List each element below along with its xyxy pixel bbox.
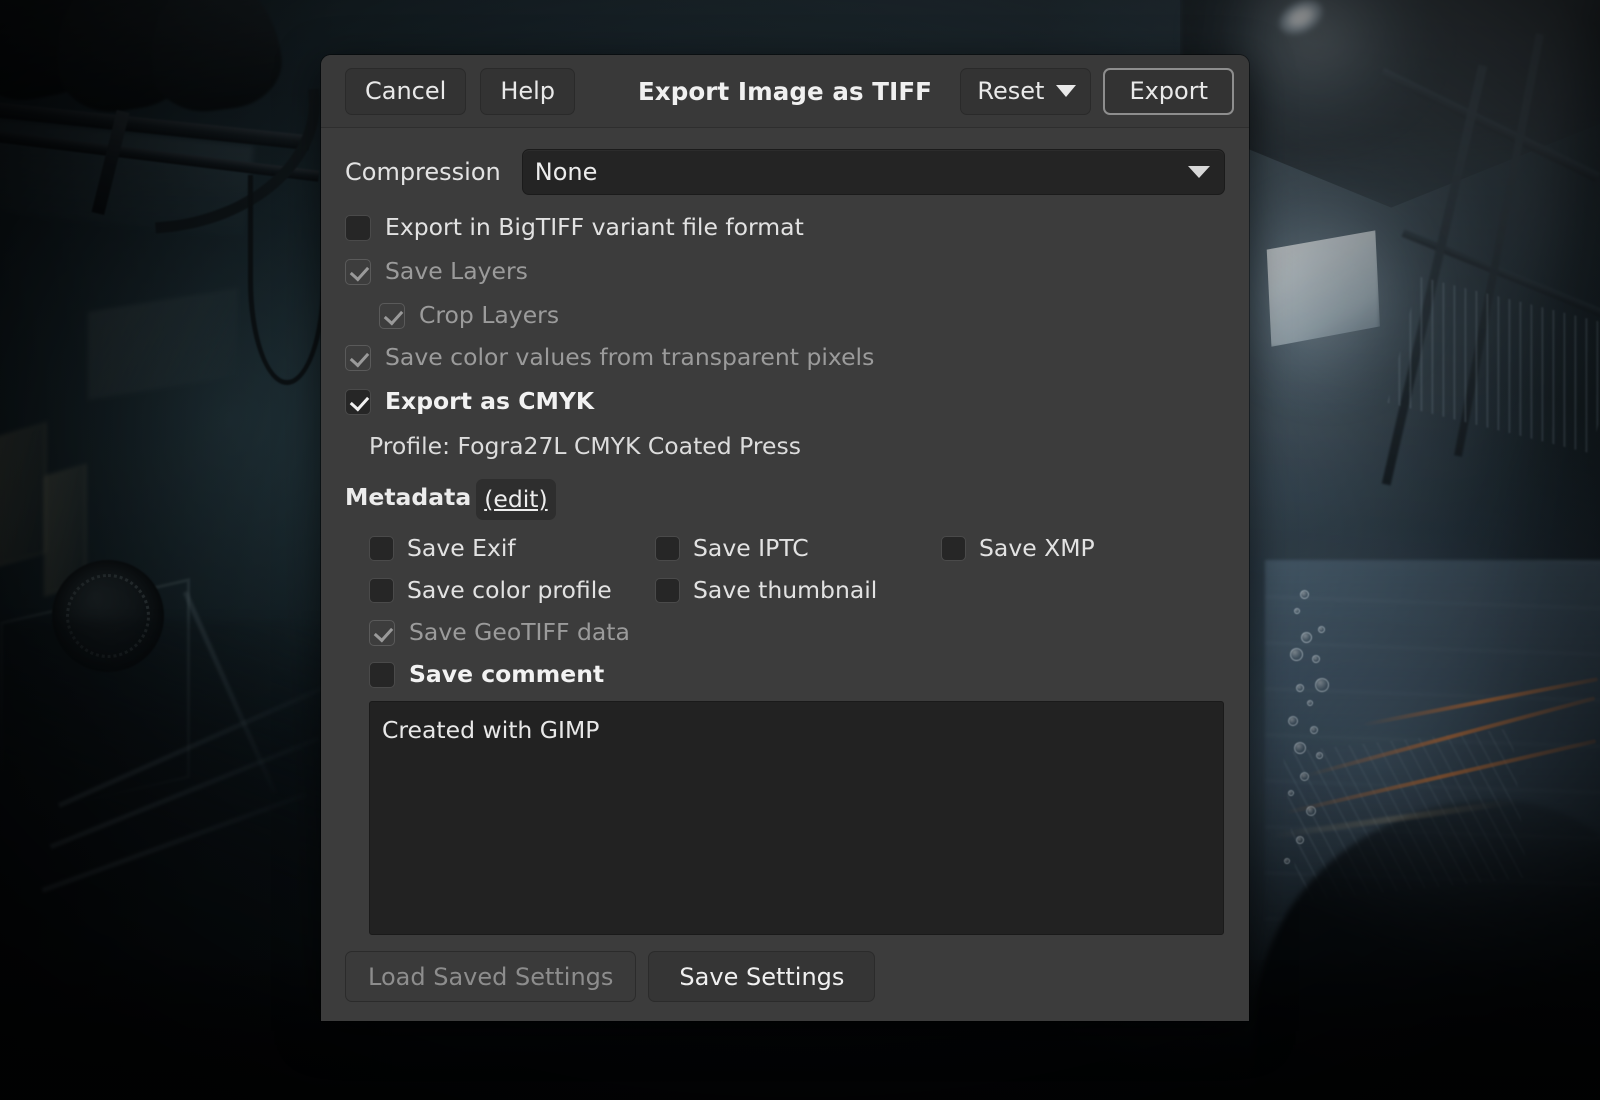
checkbox-save-layers: Save Layers [345,257,1225,286]
checkbox-save-color-profile-label: Save color profile [407,575,612,604]
export-tiff-dialog: Cancel Help Export Image as TIFF Reset E… [321,55,1249,1021]
cancel-button[interactable]: Cancel [345,67,467,115]
titlebar-actions: Reset Export [960,67,1236,115]
checkbox-box[interactable] [655,536,680,562]
compression-value: None [534,158,598,186]
compression-select[interactable]: None [521,149,1225,195]
checkbox-save-thumbnail-label: Save thumbnail [693,575,878,604]
checkbox-save-comment[interactable]: Save comment [369,659,1225,688]
checkbox-save-layers-label: Save Layers [385,257,528,286]
checkbox-box[interactable] [369,536,394,562]
metadata-heading: Metadata (edit) [345,477,1225,520]
dialog-footer: Load Saved Settings Save Settings [321,935,1249,1021]
load-saved-settings-button[interactable]: Load Saved Settings [345,951,637,1002]
checkbox-box [379,303,405,329]
checkbox-box [369,619,395,646]
checkbox-box[interactable] [345,389,371,415]
chevron-down-icon [1188,166,1210,178]
checkbox-box [345,345,371,371]
metadata-title: Metadata [345,483,472,511]
checkbox-save-transparent-label: Save color values from transparent pixel… [385,343,875,372]
metadata-checkbox-grid: Save Exif Save IPTC Save XMP Save color … [369,534,1225,604]
compression-row: Compression None [345,149,1225,195]
checkbox-crop-layers-label: Crop Layers [419,301,560,330]
cmyk-profile-text: Profile: Fogra27L CMYK Coated Press [369,432,801,460]
save-settings-button[interactable]: Save Settings [648,951,876,1002]
metadata-edit-link[interactable]: (edit) [476,479,556,520]
checkbox-save-xmp-label: Save XMP [979,534,1095,562]
export-button[interactable]: Export [1103,67,1234,115]
checkbox-box[interactable] [655,578,680,604]
help-button[interactable]: Help [480,67,576,115]
checkbox-save-thumbnail[interactable]: Save thumbnail [655,575,941,604]
checkbox-box[interactable] [345,215,371,241]
checkbox-save-iptc-label: Save IPTC [693,534,809,562]
checkbox-save-transparent: Save color values from transparent pixel… [345,343,1225,372]
checkbox-export-cmyk[interactable]: Export as CMYK [345,387,1225,416]
reset-button[interactable]: Reset [960,67,1092,115]
checkbox-box[interactable] [369,578,394,604]
grid-spacer [941,578,1225,604]
comment-field-wrapper [369,700,1224,935]
checkbox-save-geotiff-label: Save GeoTIFF data [409,617,630,646]
checkbox-save-comment-label: Save comment [409,659,605,688]
desktop-background: Cancel Help Export Image as TIFF Reset E… [0,0,1600,1100]
checkbox-bigtiff-label: Export in BigTIFF variant file format [385,213,804,242]
checkbox-box[interactable] [941,536,966,562]
dialog-titlebar: Cancel Help Export Image as TIFF Reset E… [321,55,1249,128]
chevron-down-icon [1056,85,1077,97]
checkbox-box[interactable] [369,661,395,688]
checkbox-crop-layers: Crop Layers [379,301,1225,330]
checkbox-save-geotiff: Save GeoTIFF data [369,617,1225,646]
checkbox-export-cmyk-label: Export as CMYK [385,387,595,416]
checkbox-bigtiff[interactable]: Export in BigTIFF variant file format [345,213,1225,242]
checkbox-save-xmp[interactable]: Save XMP [941,534,1225,562]
comment-textarea[interactable] [369,700,1224,935]
compression-label: Compression [345,158,501,186]
checkbox-save-iptc[interactable]: Save IPTC [655,534,941,562]
checkbox-save-exif-label: Save Exif [407,534,516,562]
checkbox-save-color-profile[interactable]: Save color profile [369,575,655,604]
reset-label: Reset [977,77,1045,105]
checkbox-box [345,259,371,285]
checkbox-save-exif[interactable]: Save Exif [369,534,655,562]
dialog-body: Compression None Export in BigTIFF varia… [321,128,1249,935]
